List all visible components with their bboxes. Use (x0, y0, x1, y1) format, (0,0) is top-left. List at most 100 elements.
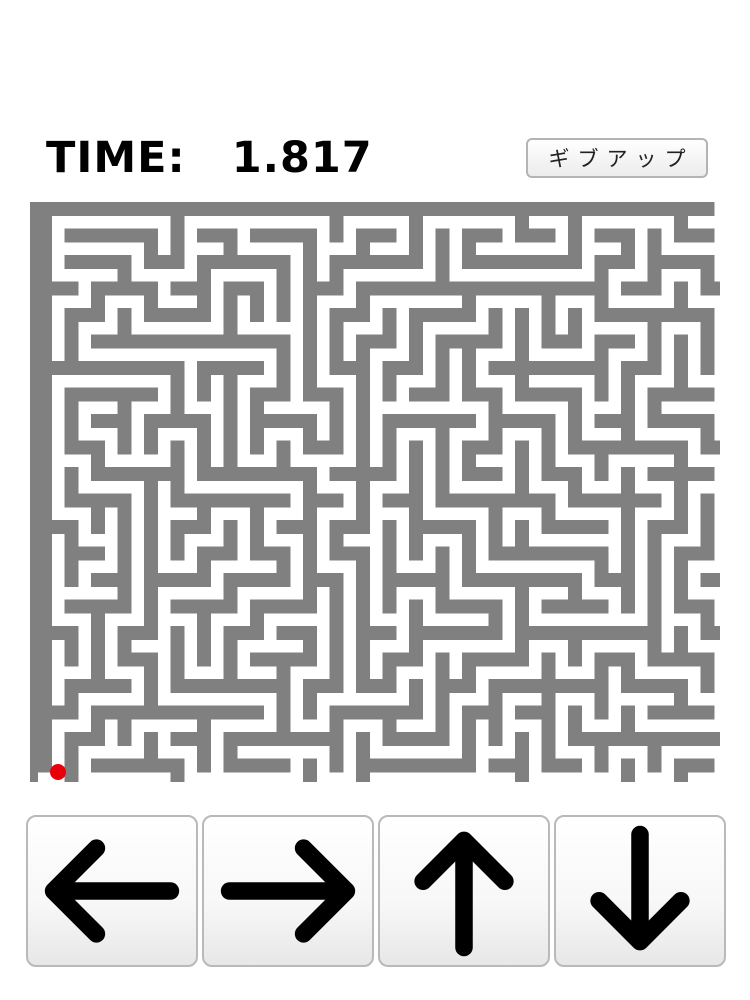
maze-cell (290, 269, 303, 282)
maze-cell (449, 772, 462, 782)
maze-cell (476, 640, 489, 653)
left-arrow-button[interactable] (26, 815, 198, 967)
maze-cell (396, 454, 409, 467)
maze-passage (117, 772, 132, 782)
maze-passage (90, 269, 106, 282)
maze-cell (211, 693, 224, 706)
maze-cell (476, 401, 489, 414)
maze-passage (237, 307, 250, 323)
maze-passage (131, 599, 144, 614)
maze-passage (647, 719, 662, 732)
maze-passage (620, 454, 636, 467)
maze-passage (423, 334, 436, 349)
right-arrow-button[interactable] (202, 815, 374, 967)
maze-cell (608, 719, 621, 732)
maze-passage (620, 322, 636, 335)
maze-passage (396, 334, 409, 349)
maze-passage (105, 307, 118, 323)
maze-cell (396, 216, 409, 229)
maze-passage (435, 507, 450, 520)
maze-passage (700, 693, 715, 706)
maze-cell (105, 640, 118, 653)
maze-cell (582, 587, 595, 600)
maze-cell (184, 216, 197, 229)
maze-passage (290, 440, 303, 455)
maze-passage (90, 401, 106, 414)
maze-passage (714, 678, 720, 694)
down-arrow-button[interactable] (554, 815, 726, 967)
maze-passage (131, 440, 144, 455)
maze-cell (582, 216, 595, 229)
maze-cell (635, 746, 648, 759)
maze-passage (423, 546, 436, 561)
maze-cell (105, 216, 118, 229)
maze-cell (449, 322, 462, 335)
maze-cell (264, 348, 277, 361)
up-arrow-button[interactable] (378, 815, 550, 967)
maze-cell (476, 295, 489, 308)
maze-passage (567, 507, 583, 520)
maze-passage (673, 666, 689, 679)
maze-cell (264, 242, 277, 255)
maze-passage (396, 625, 409, 641)
maze-passage (343, 387, 356, 402)
maze-cell (264, 507, 277, 520)
maze-passage (620, 746, 636, 759)
maze-cell (131, 348, 144, 361)
maze-passage (476, 546, 489, 561)
maze-passage (370, 731, 383, 747)
maze-passage (343, 493, 356, 508)
give-up-button[interactable]: ギブアップ (526, 138, 708, 178)
maze-passage (184, 546, 197, 561)
maze-passage (488, 560, 503, 573)
maze-cell (158, 534, 171, 547)
maze-passage (170, 269, 185, 282)
maze-passage (329, 295, 344, 308)
maze-cell (529, 534, 542, 547)
maze-passage (143, 640, 159, 653)
maze-cell (290, 295, 303, 308)
maze-cell (211, 428, 224, 441)
maze-passage (90, 560, 106, 573)
maze-passage (529, 652, 542, 667)
maze-cell (661, 401, 674, 414)
maze-passage (461, 481, 477, 494)
maze-cell (131, 693, 144, 706)
maze-passage (408, 587, 424, 600)
maze-cell (184, 693, 197, 706)
maze-passage (582, 334, 595, 349)
maze-passage (700, 242, 715, 255)
maze-passage (317, 758, 330, 773)
maze-cell (158, 242, 171, 255)
maze-passage (343, 281, 356, 296)
maze-passage (290, 546, 303, 561)
maze-cell (635, 454, 648, 467)
maze-cell (502, 428, 515, 441)
maze-cell (290, 534, 303, 547)
maze-passage (143, 454, 159, 467)
maze-cell (582, 772, 595, 782)
maze-passage (105, 519, 118, 535)
maze-passage (343, 228, 356, 243)
maze-cell (237, 507, 250, 520)
maze-cell (52, 587, 65, 600)
maze-passage (158, 599, 171, 614)
maze-passage (488, 666, 503, 679)
maze-cell (211, 348, 224, 361)
maze-passage (647, 454, 662, 467)
maze-cell (264, 269, 277, 282)
maze-cell (211, 507, 224, 520)
maze-cell (449, 719, 462, 732)
maze-cell (52, 666, 65, 679)
maze-cell (661, 481, 674, 494)
maze-cell (688, 269, 701, 282)
maze-passage (290, 572, 303, 588)
maze-passage (64, 454, 79, 467)
maze-passage (608, 387, 621, 402)
maze-cell (317, 401, 330, 414)
maze-passage (449, 360, 462, 376)
maze-passage (143, 401, 159, 414)
maze-cell (555, 534, 568, 547)
maze-passage (355, 719, 371, 732)
maze-cell (502, 454, 515, 467)
